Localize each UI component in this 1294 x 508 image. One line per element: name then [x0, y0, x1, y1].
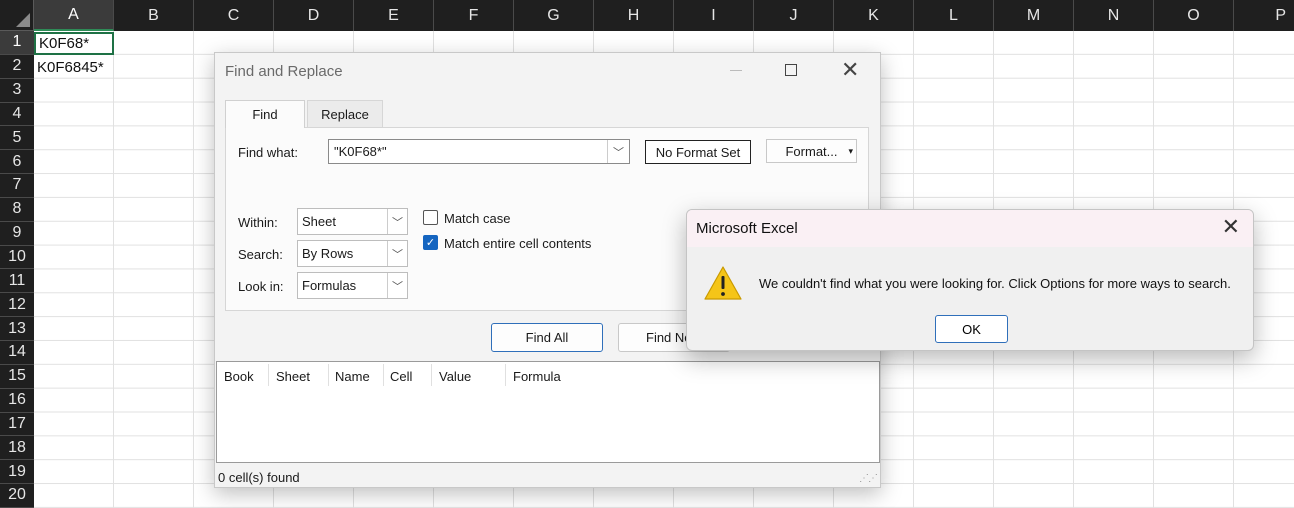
column-header[interactable]: A	[34, 0, 114, 31]
column-header[interactable]: J	[754, 0, 834, 31]
row-header[interactable]: 2	[0, 55, 34, 79]
status-text: 0 cell(s) found	[218, 470, 300, 485]
match-entire-checkbox[interactable]: ✓	[423, 235, 438, 250]
look-in-select[interactable]: Formulas ﹀	[297, 272, 408, 299]
results-header-cell[interactable]: Cell	[390, 369, 412, 384]
search-label: Search:	[238, 247, 283, 262]
row-header[interactable]: 8	[0, 198, 34, 222]
row-header[interactable]: 11	[0, 269, 34, 294]
column-header[interactable]: C	[194, 0, 274, 31]
row-header[interactable]: 13	[0, 317, 34, 341]
checkmark-icon: ✓	[425, 237, 436, 249]
cell-a2[interactable]: K0F6845*	[34, 56, 114, 79]
warning-icon	[704, 266, 742, 300]
column-divider	[268, 364, 269, 386]
row-header[interactable]: 16	[0, 389, 34, 413]
tab-find[interactable]: Find	[225, 100, 305, 128]
row-header[interactable]: 1	[0, 31, 34, 55]
row-header[interactable]: 17	[0, 413, 34, 437]
ok-button[interactable]: OK	[935, 315, 1008, 343]
format-button-label: Format...	[785, 143, 838, 159]
tab-replace[interactable]: Replace	[307, 100, 383, 128]
search-select[interactable]: By Rows ﹀	[297, 240, 408, 267]
find-what-input[interactable]: "K0F68*" ﹀	[328, 139, 630, 164]
row-header[interactable]: 14	[0, 341, 34, 365]
alert-title: Microsoft Excel	[696, 220, 798, 237]
results-header-formula[interactable]: Formula	[513, 369, 561, 384]
row-header[interactable]: 15	[0, 365, 34, 389]
column-header[interactable]: E	[354, 0, 434, 31]
resize-grip-icon[interactable]: ⋰⋰	[859, 473, 878, 484]
find-what-label: Find what:	[238, 145, 298, 160]
column-divider	[383, 364, 384, 386]
look-in-label: Look in:	[238, 279, 284, 294]
column-header[interactable]: F	[434, 0, 514, 31]
chevron-down-icon[interactable]: ﹀	[387, 273, 407, 298]
alert-message: We couldn't find what you were looking f…	[759, 276, 1231, 291]
column-header[interactable]: H	[594, 0, 674, 31]
look-in-value: Formulas	[302, 278, 357, 293]
row-header[interactable]: 19	[0, 460, 34, 485]
within-value: Sheet	[302, 214, 336, 229]
close-icon[interactable]: ✕	[841, 59, 859, 81]
chevron-down-icon[interactable]: ﹀	[607, 140, 629, 163]
results-header-sheet[interactable]: Sheet	[276, 369, 310, 384]
results-header-name[interactable]: Name	[335, 369, 370, 384]
column-divider	[328, 364, 329, 386]
row-header[interactable]: 4	[0, 103, 34, 127]
find-what-value: "K0F68*"	[334, 144, 387, 159]
column-header[interactable]: M	[994, 0, 1074, 31]
chevron-down-icon[interactable]: ﹀	[387, 209, 407, 234]
within-label: Within:	[238, 215, 278, 230]
close-icon[interactable]: ✕	[1222, 216, 1240, 238]
row-header[interactable]: 10	[0, 246, 34, 270]
column-header[interactable]: G	[514, 0, 594, 31]
row-header[interactable]: 12	[0, 293, 34, 318]
column-header[interactable]: I	[674, 0, 754, 31]
results-list[interactable]: Book Sheet Name Cell Value Formula	[216, 361, 880, 463]
column-header[interactable]: P	[1234, 0, 1294, 31]
row-header[interactable]: 5	[0, 126, 34, 151]
match-case-label: Match case	[444, 211, 511, 226]
alert-dialog: Microsoft Excel ✕ We couldn't find what …	[686, 209, 1254, 351]
row-header[interactable]: 3	[0, 79, 34, 103]
row-header[interactable]: 18	[0, 436, 34, 461]
format-button[interactable]: Format... ▾	[766, 139, 857, 163]
search-value: By Rows	[302, 246, 354, 261]
find-all-button[interactable]: Find All	[491, 323, 603, 352]
row-header[interactable]: 6	[0, 150, 34, 175]
row-header[interactable]: 20	[0, 484, 34, 508]
dialog-title: Find and Replace	[225, 63, 343, 80]
column-divider	[505, 364, 506, 386]
column-headers: A B C D E F G H I J K L M N O P	[34, 0, 1294, 31]
column-header[interactable]: O	[1154, 0, 1234, 31]
select-all-triangle-icon	[16, 13, 30, 27]
select-all-corner[interactable]	[0, 0, 34, 31]
column-header[interactable]: L	[914, 0, 994, 31]
column-divider	[431, 364, 432, 386]
minimize-icon[interactable]	[730, 70, 742, 71]
cell-a1[interactable]: K0F68*	[34, 32, 114, 55]
results-header-book[interactable]: Book	[224, 369, 254, 384]
within-select[interactable]: Sheet ﹀	[297, 208, 408, 235]
dropdown-arrow-icon: ▾	[848, 145, 853, 156]
column-header[interactable]: K	[834, 0, 914, 31]
format-preview: No Format Set	[645, 140, 751, 164]
row-header[interactable]: 9	[0, 222, 34, 246]
column-header[interactable]: D	[274, 0, 354, 31]
row-header[interactable]: 7	[0, 174, 34, 198]
maximize-icon[interactable]	[785, 64, 797, 76]
chevron-down-icon[interactable]: ﹀	[387, 241, 407, 266]
row-headers: 1 2 3 4 5 6 7 8 9 10 11 12 13 14 15 16 1…	[0, 31, 34, 508]
match-case-checkbox[interactable]	[423, 210, 438, 225]
match-entire-label: Match entire cell contents	[444, 236, 592, 251]
column-header[interactable]: B	[114, 0, 194, 31]
column-header[interactable]: N	[1074, 0, 1154, 31]
results-header-value[interactable]: Value	[439, 369, 471, 384]
